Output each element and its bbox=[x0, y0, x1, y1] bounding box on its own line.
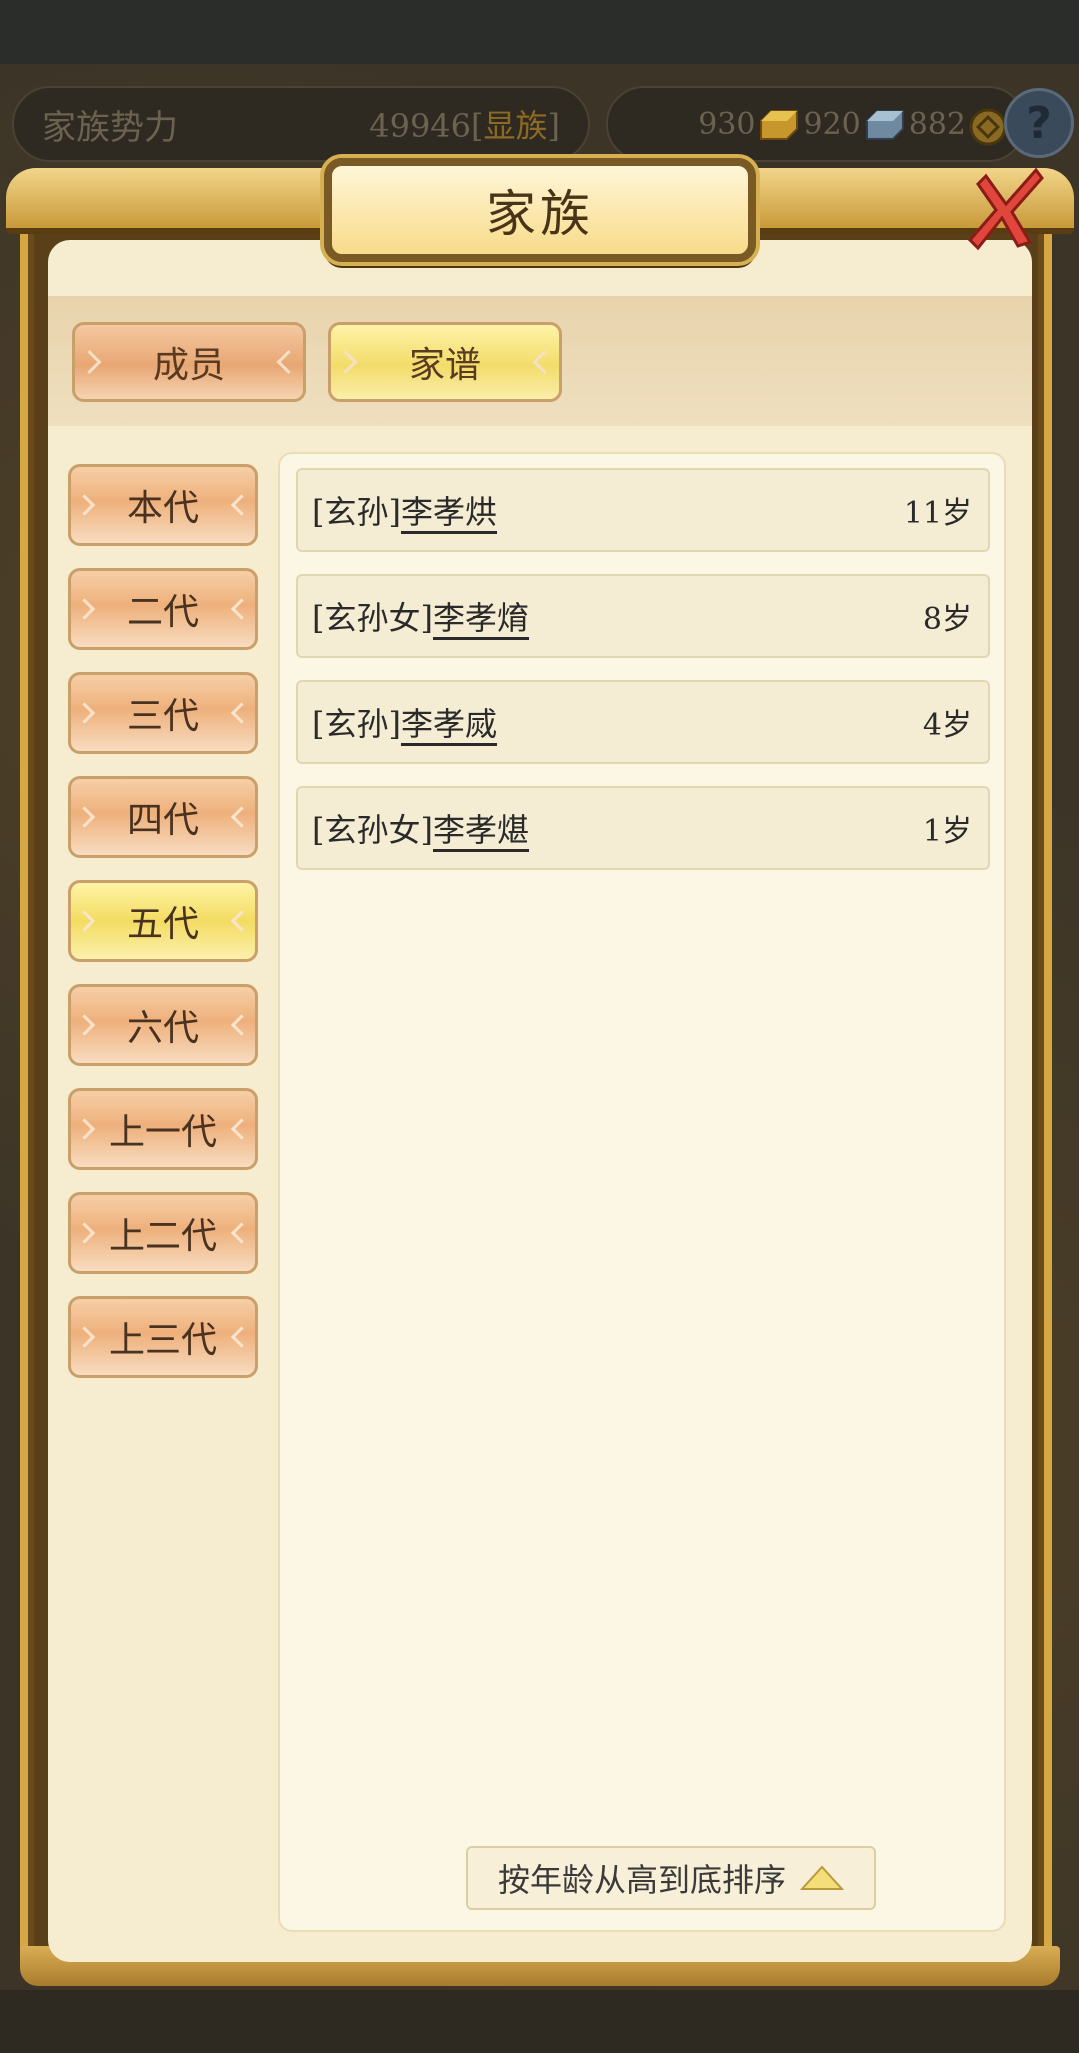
gen-button-prev-1[interactable]: 上一代 bbox=[68, 1088, 258, 1170]
member-name-link[interactable]: 李孝煁 bbox=[433, 811, 529, 849]
member-age: 11岁 bbox=[903, 496, 972, 531]
dialog-title: 家族 bbox=[486, 185, 594, 243]
clan-power-panel: 家族势力 49946[显族] bbox=[12, 86, 590, 162]
question-icon: ? bbox=[1026, 97, 1052, 149]
help-button[interactable]: ? bbox=[1004, 88, 1074, 158]
clan-rank: 显族 bbox=[483, 107, 548, 145]
member-relation: [玄孙女] bbox=[312, 599, 433, 637]
silver-count: 920 bbox=[803, 106, 861, 142]
list-item[interactable]: [玄孙]李孝烘 11岁 bbox=[296, 468, 990, 552]
gen-button-5[interactable]: 五代 bbox=[68, 880, 258, 962]
tab-members-label: 成员 bbox=[152, 345, 225, 386]
gold-count: 930 bbox=[698, 106, 756, 142]
gen-button-prev-2[interactable]: 上二代 bbox=[68, 1192, 258, 1274]
member-name-link[interactable]: 李孝烕 bbox=[401, 705, 497, 743]
bottom-nav-background bbox=[0, 1990, 1079, 2053]
list-item[interactable]: [玄孙女]李孝焴 8岁 bbox=[296, 574, 990, 658]
gen-button-4[interactable]: 四代 bbox=[68, 776, 258, 858]
status-bar bbox=[0, 0, 1079, 64]
gen-button-current[interactable]: 本代 bbox=[68, 464, 258, 546]
clan-power-value: 49946[显族] bbox=[369, 107, 560, 145]
resource-panel: 930 920 882 bbox=[606, 86, 1026, 162]
member-entry: [玄孙女]李孝煁 bbox=[312, 805, 529, 851]
member-age: 1岁 bbox=[922, 814, 972, 849]
tab-decoration bbox=[532, 349, 557, 375]
close-button[interactable] bbox=[956, 156, 1056, 256]
member-age: 4岁 bbox=[922, 708, 972, 743]
tab-decoration bbox=[276, 349, 301, 375]
gen-button-6[interactable]: 六代 bbox=[68, 984, 258, 1066]
triangle-up-icon bbox=[800, 1865, 844, 1890]
tab-decoration bbox=[333, 349, 358, 375]
sort-label: 按年龄从高到底排序 bbox=[497, 1861, 786, 1899]
member-entry: [玄孙]李孝烘 bbox=[312, 487, 497, 533]
sort-by-age-button[interactable]: 按年龄从高到底排序 bbox=[466, 1846, 876, 1910]
tab-decoration bbox=[77, 349, 102, 375]
list-item[interactable]: [玄孙]李孝烕 4岁 bbox=[296, 680, 990, 764]
member-relation: [玄孙女] bbox=[312, 811, 433, 849]
silver-ingot-icon bbox=[863, 107, 907, 141]
gen-button-2[interactable]: 二代 bbox=[68, 568, 258, 650]
member-age: 8岁 bbox=[922, 602, 972, 637]
clan-power-label: 家族势力 bbox=[42, 107, 178, 148]
tab-genealogy[interactable]: 家谱 bbox=[328, 322, 562, 402]
member-name-link[interactable]: 李孝焴 bbox=[433, 599, 529, 637]
gold-ingot-icon bbox=[757, 107, 801, 141]
gen-button-3[interactable]: 三代 bbox=[68, 672, 258, 754]
member-entry: [玄孙女]李孝焴 bbox=[312, 593, 529, 639]
gen-button-prev-3[interactable]: 上三代 bbox=[68, 1296, 258, 1378]
member-list-panel: [玄孙]李孝烘 11岁 [玄孙女]李孝焴 8岁 [玄孙]李孝烕 4岁 [玄孙女]… bbox=[278, 452, 1006, 1932]
close-icon bbox=[967, 167, 1044, 251]
copper-count: 882 bbox=[908, 106, 966, 142]
list-item[interactable]: [玄孙女]李孝煁 1岁 bbox=[296, 786, 990, 870]
member-entry: [玄孙]李孝烕 bbox=[312, 699, 497, 745]
tab-members[interactable]: 成员 bbox=[72, 322, 306, 402]
member-name-link[interactable]: 李孝烘 bbox=[401, 493, 497, 531]
member-relation: [玄孙] bbox=[312, 493, 401, 531]
member-relation: [玄孙] bbox=[312, 705, 401, 743]
tab-genealogy-label: 家谱 bbox=[408, 345, 481, 386]
dialog-title-plate: 家族 bbox=[324, 158, 756, 262]
